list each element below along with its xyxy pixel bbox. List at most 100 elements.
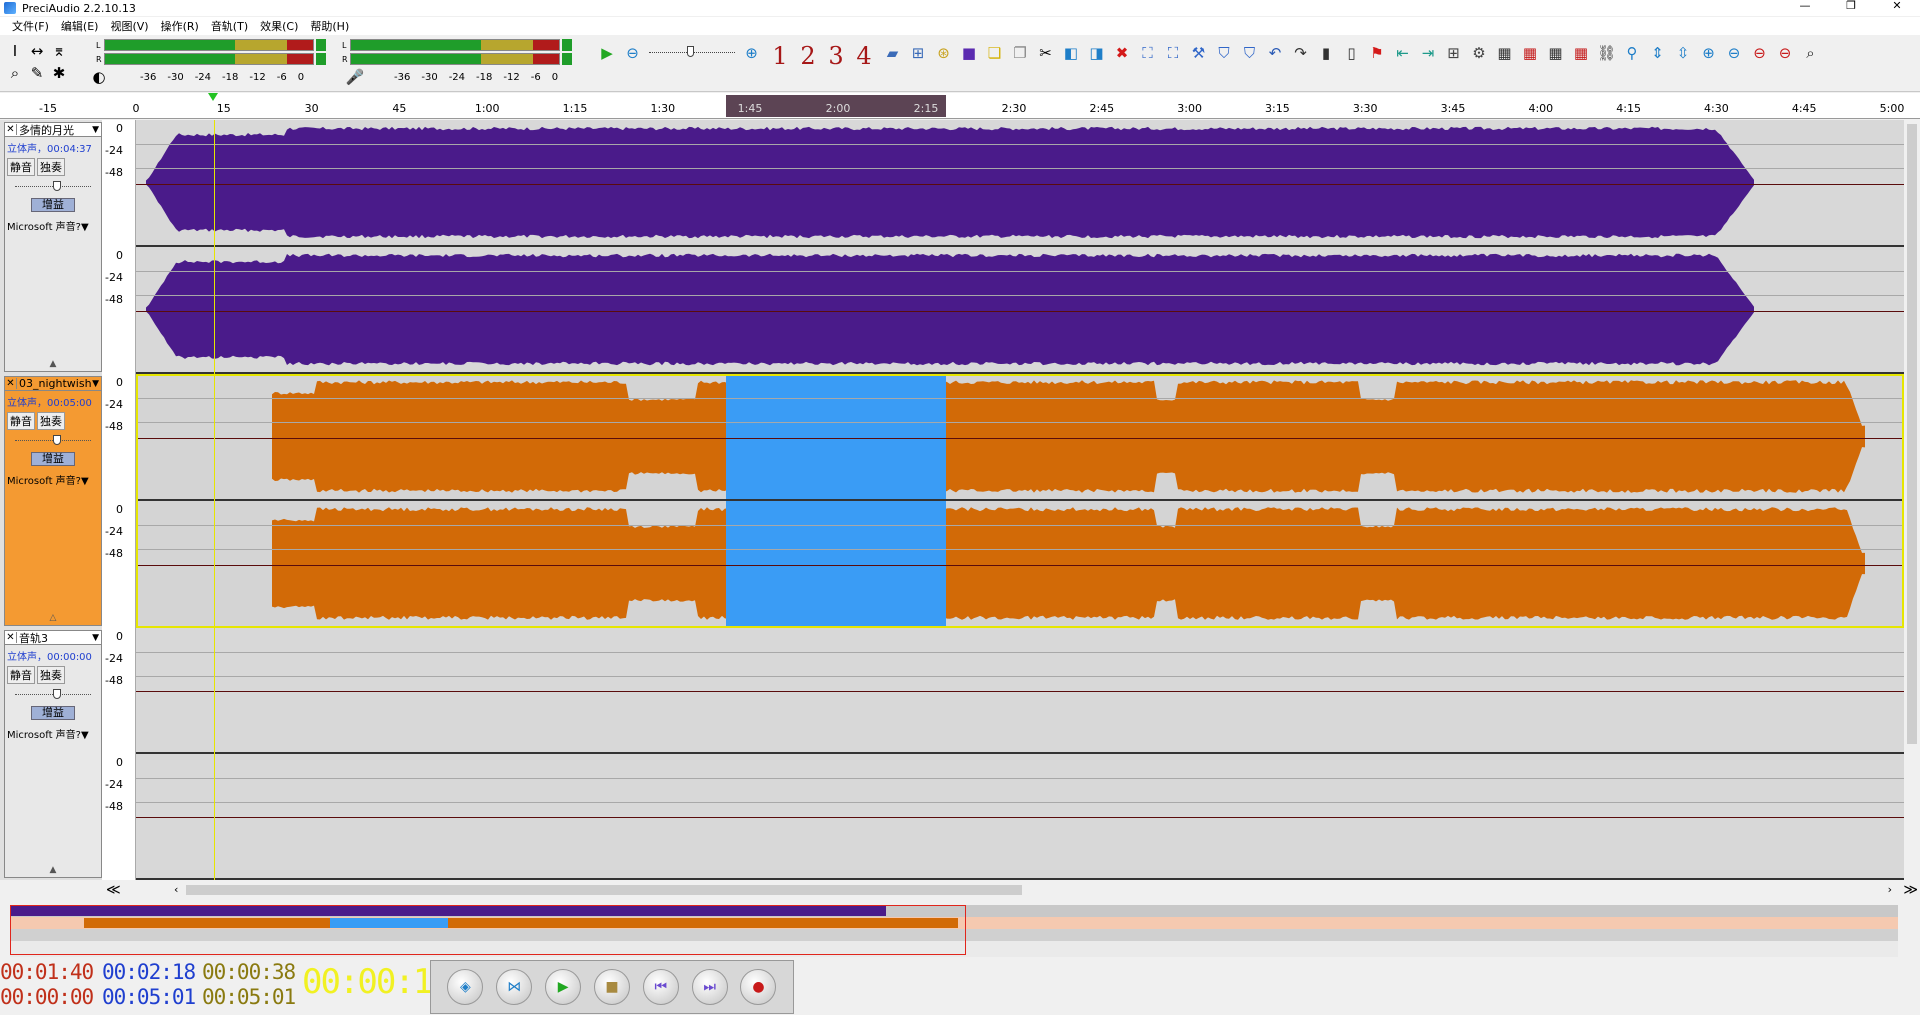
horizontal-scroll-thumb[interactable] <box>186 885 1022 895</box>
mute-button[interactable]: 静音 <box>7 158 35 176</box>
gain-button[interactable]: 增益 <box>31 452 75 466</box>
open-icon[interactable]: ▰ <box>882 42 904 64</box>
track-3[interactable]: ✕ 音轨3 ▼ 立体声，00:00:00 静音 独奏 增益 Microsoft … <box>0 628 1904 880</box>
track-title-bar[interactable]: ✕ 03_nightwish ▼ <box>5 377 101 391</box>
output-device[interactable]: Microsoft 声音?▼ <box>5 214 101 237</box>
zoom-selection-icon[interactable]: ⊕ <box>1698 42 1720 64</box>
clapper-3-icon[interactable]: ▦ <box>1545 42 1567 64</box>
track-volume-slider[interactable] <box>15 432 91 450</box>
delete-icon[interactable]: ✖ <box>1111 42 1133 64</box>
goto-start-icon[interactable]: ⇤ <box>1392 42 1414 64</box>
save-icon[interactable]: ■ <box>958 42 980 64</box>
menu-operate[interactable]: 操作(R) <box>155 18 205 34</box>
play-button[interactable]: ▶ <box>545 969 582 1005</box>
loop-selection-button[interactable]: ⋈ <box>496 969 533 1005</box>
redo-icon[interactable]: ↷ <box>1290 42 1312 64</box>
join-icon[interactable]: ⛶ <box>1162 42 1184 64</box>
split-icon[interactable]: ⛶ <box>1137 42 1159 64</box>
track-2[interactable]: ✕ 03_nightwish ▼ 立体声，00:05:00 静音 独奏 增益 M… <box>0 374 1904 628</box>
zoom-in-icon[interactable]: ⊕ <box>741 42 763 64</box>
track-name[interactable]: 音轨3 <box>17 630 92 646</box>
track-title-bar[interactable]: ✕ 多情的月光 ▼ <box>5 123 101 137</box>
gain-button[interactable]: 增益 <box>31 706 75 720</box>
settings-icon[interactable]: ⚙ <box>1468 42 1490 64</box>
collapse-track-icon[interactable]: ▲ <box>5 359 101 369</box>
stop-button[interactable]: ■ <box>593 969 630 1005</box>
zoom-normal-icon[interactable]: ⊖ <box>1723 42 1745 64</box>
output-device[interactable]: Microsoft 声音?▼ <box>5 468 101 491</box>
import-icon[interactable]: ⊞ <box>907 42 929 64</box>
solo-button[interactable]: 独奏 <box>37 158 65 176</box>
export-icon[interactable]: ⊛ <box>933 42 955 64</box>
solo-button[interactable]: 独奏 <box>37 412 65 430</box>
track-close-icon[interactable]: ✕ <box>5 124 17 135</box>
envelope-tool-icon[interactable]: ⌆ <box>48 40 70 62</box>
speed-slider[interactable] <box>647 42 737 64</box>
menu-file[interactable]: 文件(F) <box>6 18 55 34</box>
solo-button[interactable]: 独奏 <box>37 666 65 684</box>
multi-tool-icon[interactable]: ✱ <box>48 62 70 84</box>
menu-edit[interactable]: 编辑(E) <box>55 18 105 34</box>
menu-effect[interactable]: 效果(C) <box>254 18 304 34</box>
scroll-left-icon[interactable]: ‹ <box>174 883 178 896</box>
microphone-icon[interactable]: 🎤 <box>344 66 366 88</box>
rewind-button[interactable]: ⏮ <box>642 969 679 1005</box>
track-number-3[interactable]: 3 <box>822 42 850 70</box>
clapper-4-icon[interactable]: ▦ <box>1570 42 1592 64</box>
menu-help[interactable]: 帮助(H) <box>304 18 355 34</box>
magnifier-icon[interactable]: ⚲ <box>1621 42 1643 64</box>
clapper-1-icon[interactable]: ▦ <box>1494 42 1516 64</box>
collapse-track-icon[interactable]: △ <box>5 613 101 623</box>
zoom-vertical-out-icon[interactable]: ⇳ <box>1672 42 1694 64</box>
select-tool-icon[interactable]: I <box>4 40 26 62</box>
filter-icon[interactable]: ⛉ <box>1213 42 1235 64</box>
track-title-bar[interactable]: ✕ 音轨3 ▼ <box>5 631 101 645</box>
gain-button[interactable]: 增益 <box>31 198 75 212</box>
zoom-vertical-in-icon[interactable]: ⇕ <box>1647 42 1669 64</box>
vertical-scrollbar[interactable] <box>1904 120 1920 880</box>
mute-button[interactable]: 静音 <box>7 666 35 684</box>
timeline-ruler[interactable]: -15 0 15 30 45 1:00 1:15 1:30 2:30 2:45 3:00 3:15 3:… <box>0 93 1920 119</box>
audio-channel[interactable] <box>136 754 1904 880</box>
track-menu-icon[interactable]: ▼ <box>92 125 101 135</box>
audio-channel[interactable] <box>136 374 1904 501</box>
output-device[interactable]: Microsoft 声音?▼ <box>5 722 101 745</box>
marker-flag-icon[interactable]: ⚑ <box>1366 42 1388 64</box>
audio-channel[interactable] <box>136 628 1904 754</box>
track-number-2[interactable]: 2 <box>794 42 822 70</box>
clapper-2-icon[interactable]: ▦ <box>1519 42 1541 64</box>
track-number-1[interactable]: 1 <box>766 42 794 70</box>
play-icon[interactable]: ▶ <box>596 42 618 64</box>
track-volume-slider[interactable] <box>15 686 91 704</box>
overview-viewport[interactable] <box>10 905 966 955</box>
collapse-track-icon[interactable]: ▲ <box>5 865 101 875</box>
vertical-scroll-thumb[interactable] <box>1907 124 1917 744</box>
track-name[interactable]: 多情的月光 <box>17 122 92 138</box>
cut-icon[interactable]: ✂ <box>1035 42 1057 64</box>
restore-button[interactable]: ❐ <box>1828 0 1874 16</box>
fade-icon[interactable]: ⛉ <box>1239 42 1261 64</box>
copy-icon[interactable]: ❏ <box>984 42 1006 64</box>
spectrum-icon[interactable]: ▮ <box>1315 42 1337 64</box>
undo-icon[interactable]: ↶ <box>1264 42 1286 64</box>
zoom-tool-icon[interactable]: ⌕ <box>4 62 26 84</box>
zoom-out-icon[interactable]: ⊖ <box>622 42 644 64</box>
table-icon[interactable]: ⊞ <box>1443 42 1465 64</box>
horizontal-scrollbar[interactable]: ≪ ‹ › ≫ <box>106 882 1918 898</box>
scroll-far-left-icon[interactable]: ≪ <box>106 882 121 898</box>
draw-tool-icon[interactable]: ✎ <box>26 62 48 84</box>
equalizer-icon[interactable]: ▯ <box>1341 42 1363 64</box>
track-close-icon[interactable]: ✕ <box>5 632 17 643</box>
trim-right-icon[interactable]: ◨ <box>1086 42 1108 64</box>
zoom-fit-icon[interactable]: ⊖ <box>1749 42 1771 64</box>
audio-channel[interactable] <box>136 247 1904 374</box>
speaker-icon[interactable]: ◐ <box>88 66 110 88</box>
scroll-right-icon[interactable]: › <box>1888 883 1892 896</box>
paste-icon[interactable]: ❐ <box>1009 42 1031 64</box>
timeshift-tool-icon[interactable]: ↔ <box>26 40 48 62</box>
track-1[interactable]: ✕ 多情的月光 ▼ 立体声，00:04:37 静音 独奏 增益 Microsof… <box>0 120 1904 374</box>
trim-left-icon[interactable]: ◧ <box>1060 42 1082 64</box>
mute-button[interactable]: 静音 <box>7 412 35 430</box>
loop-play-button[interactable]: ◈ <box>447 969 484 1005</box>
record-button[interactable]: ● <box>740 969 777 1005</box>
